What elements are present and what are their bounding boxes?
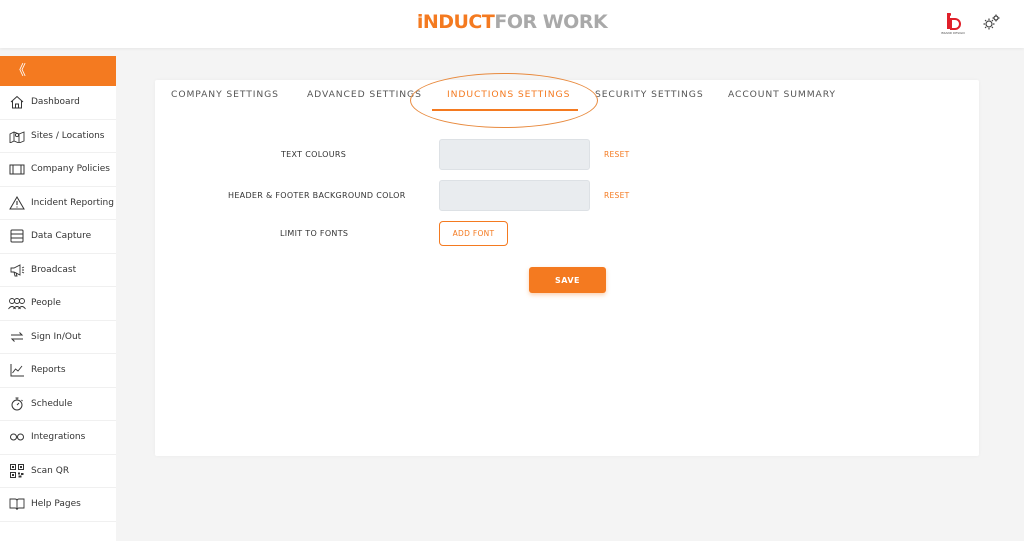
sidebar-item-sites-locations[interactable]: Sites / Locations xyxy=(0,120,116,153)
logo-part-induct: iNDUCT xyxy=(416,11,495,33)
book-icon xyxy=(8,496,26,512)
limit-fonts-label: LIMIT TO FONTS xyxy=(280,229,349,238)
tab-company-settings[interactable]: COMPANY SETTINGS xyxy=(171,89,279,100)
qr-icon xyxy=(8,463,26,479)
film-icon xyxy=(8,161,26,177)
top-header: iNDUCTFOR WORK BRAND DESIGN xyxy=(0,0,1024,48)
people-icon xyxy=(8,295,26,311)
header-footer-bg-input[interactable] xyxy=(439,180,590,211)
stopwatch-icon xyxy=(8,396,26,412)
sidebar-item-label: Data Capture xyxy=(31,231,92,242)
text-colours-reset-button[interactable]: RESET xyxy=(604,150,630,159)
sidebar-item-reports[interactable]: Reports xyxy=(0,354,116,388)
chart-icon xyxy=(8,362,26,378)
settings-card: COMPANY SETTINGS ADVANCED SETTINGS INDUC… xyxy=(155,73,979,456)
warning-icon xyxy=(8,195,26,211)
swap-icon xyxy=(8,329,26,345)
brand-design-badge-icon[interactable]: BRAND DESIGN xyxy=(940,12,966,36)
tab-security-settings[interactable]: SECURITY SETTINGS xyxy=(595,89,704,100)
sidebar-item-scan-qr[interactable]: Scan QR xyxy=(0,455,116,488)
sidebar-item-label: Scan QR xyxy=(31,465,70,476)
sidebar-item-label: Company Policies xyxy=(31,164,110,175)
double-chevron-left-icon: 《 xyxy=(12,63,26,79)
link-icon xyxy=(8,429,26,445)
sidebar-item-label: Incident Reporting xyxy=(31,197,114,208)
brand-badge-caption: BRAND DESIGN xyxy=(941,31,965,35)
sidebar-item-incident-reporting[interactable]: Incident Reporting xyxy=(0,187,116,220)
sidebar-item-broadcast[interactable]: Broadcast xyxy=(0,254,116,287)
tab-highlight-annotation xyxy=(410,73,598,128)
tab-account-summary[interactable]: ACCOUNT SUMMARY xyxy=(728,89,836,100)
text-colours-label: TEXT COLOURS xyxy=(281,150,347,159)
app-logo: iNDUCTFOR WORK xyxy=(0,11,1024,33)
sidebar-item-label: Reports xyxy=(31,365,66,376)
gear-icon[interactable] xyxy=(982,12,1002,32)
sidebar-item-people[interactable]: People xyxy=(0,287,116,321)
sidebar-item-integrations[interactable]: Integrations xyxy=(0,421,116,455)
sidebar-item-label: People xyxy=(31,298,61,309)
sidebar-item-dashboard[interactable]: Dashboard xyxy=(0,86,116,120)
sidebar-item-data-capture[interactable]: Data Capture xyxy=(0,220,116,254)
sidebar-item-label: Sites / Locations xyxy=(31,130,105,141)
sidebar-item-company-policies[interactable]: Company Policies xyxy=(0,153,116,187)
header-footer-bg-label: HEADER & FOOTER BACKGROUND COLOR xyxy=(228,191,406,200)
megaphone-icon xyxy=(8,262,26,278)
sidebar-item-label: Broadcast xyxy=(31,264,77,275)
sidebar-item-label: Help Pages xyxy=(31,499,81,510)
sidebar-item-label: Dashboard xyxy=(31,97,80,108)
header-footer-bg-reset-button[interactable]: RESET xyxy=(604,191,630,200)
text-colours-input[interactable] xyxy=(439,139,590,170)
save-button[interactable]: SAVE xyxy=(529,267,606,293)
sidebar: 《 Dashboard Sites / Locations Company Po… xyxy=(0,56,116,541)
home-icon xyxy=(8,94,26,110)
sidebar-item-schedule[interactable]: Schedule xyxy=(0,388,116,421)
sidebar-item-label: Integrations xyxy=(31,432,86,443)
form-icon xyxy=(8,228,26,244)
logo-part-for-work: FOR WORK xyxy=(494,11,608,33)
tab-advanced-settings[interactable]: ADVANCED SETTINGS xyxy=(307,89,422,100)
sidebar-item-help-pages[interactable]: Help Pages xyxy=(0,488,116,522)
sites-icon xyxy=(8,128,26,144)
sidebar-item-label: Sign In/Out xyxy=(31,331,82,342)
add-font-button[interactable]: ADD FONT xyxy=(439,221,508,246)
sidebar-item-label: Schedule xyxy=(31,398,73,409)
settings-tabs: COMPANY SETTINGS ADVANCED SETTINGS INDUC… xyxy=(155,73,979,128)
sidebar-item-sign-in-out[interactable]: Sign In/Out xyxy=(0,321,116,354)
sidebar-collapse-button[interactable]: 《 xyxy=(0,56,116,86)
